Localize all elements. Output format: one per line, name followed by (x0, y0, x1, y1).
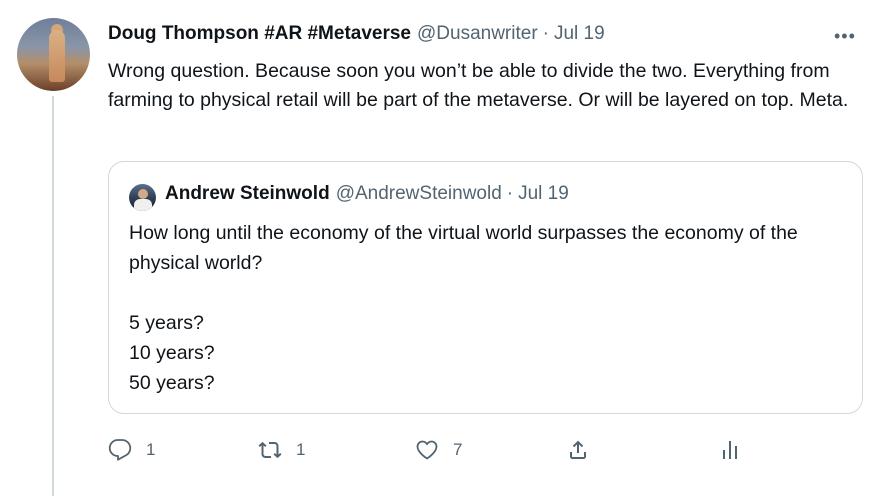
author-avatar[interactable] (17, 18, 90, 91)
quoted-avatar-head (138, 189, 148, 199)
quoted-tweet-text: How long until the economy of the virtua… (129, 218, 844, 398)
heart-icon (416, 440, 438, 460)
author-name[interactable]: Doug Thompson #AR #Metaverse (108, 23, 411, 45)
share-icon (570, 440, 586, 459)
quoted-author-avatar[interactable] (129, 184, 156, 211)
quoted-option: 50 years? (129, 372, 215, 394)
retweet-button[interactable]: 1 (258, 438, 305, 462)
quoted-question: How long until the economy of the virtua… (129, 222, 798, 274)
avatar-figure-body (49, 30, 65, 82)
analytics-icon (723, 441, 737, 459)
quoted-option: 5 years? (129, 312, 204, 334)
analytics-button[interactable] (718, 438, 742, 462)
quoted-avatar-body (134, 199, 152, 211)
more-options-icon[interactable]: ••• (834, 26, 856, 47)
separator-dot: · (542, 23, 549, 44)
quoted-author-name[interactable]: Andrew Steinwold (165, 183, 330, 205)
quoted-separator-dot: · (506, 183, 514, 204)
reply-count: 1 (146, 440, 156, 459)
quoted-tweet-header: Andrew Steinwold @AndrewSteinwold · Jul … (165, 183, 569, 205)
retweet-icon (258, 441, 282, 459)
tweet-header: Doug Thompson #AR #Metaverse @Dusanwrite… (108, 22, 605, 46)
reply-icon (108, 439, 132, 461)
retweet-count: 1 (296, 440, 306, 459)
quoted-option: 10 years? (129, 342, 215, 364)
share-button[interactable] (566, 438, 590, 462)
quoted-author-handle[interactable]: @AndrewSteinwold (336, 183, 502, 205)
quoted-tweet[interactable]: Andrew Steinwold @AndrewSteinwold · Jul … (108, 161, 863, 414)
author-handle[interactable]: @Dusanwriter (417, 23, 538, 45)
quoted-tweet-date[interactable]: Jul 19 (518, 183, 569, 205)
tweet-actions: 1 1 7 (0, 432, 892, 472)
reply-button[interactable]: 1 (108, 438, 155, 462)
like-button[interactable]: 7 (415, 438, 462, 462)
like-count: 7 (453, 440, 463, 459)
tweet-text: Wrong question. Because soon you won’t b… (108, 60, 849, 111)
tweet-date[interactable]: Jul 19 (554, 23, 605, 45)
